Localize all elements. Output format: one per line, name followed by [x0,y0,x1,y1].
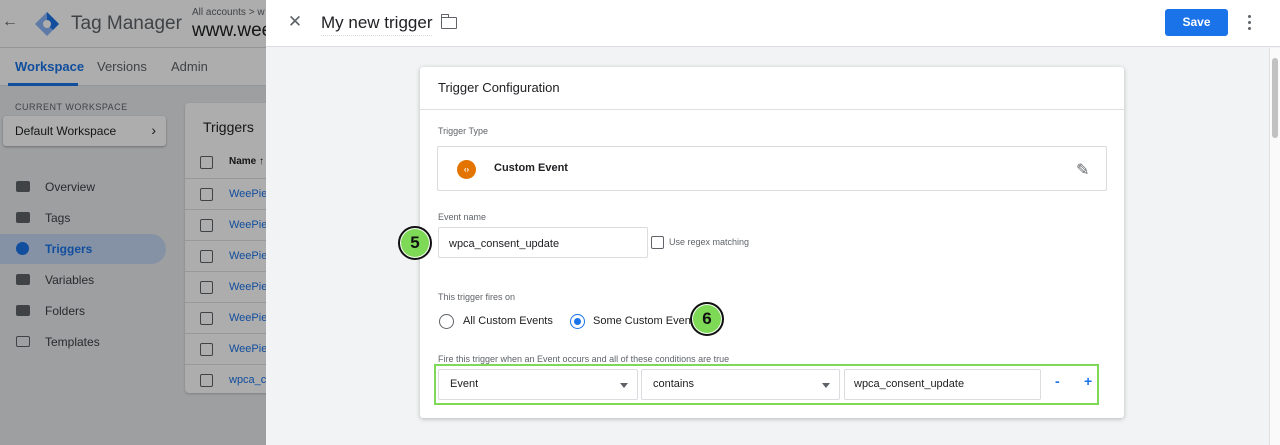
condition-label: Fire this trigger when an Event occurs a… [438,354,730,364]
regex-checkbox[interactable] [651,236,664,249]
folder-icon[interactable] [440,14,457,29]
trigger-type-selector[interactable]: ‹› Custom Event ✎ [437,146,1107,191]
event-name-label: Event name [438,212,487,222]
add-condition-button[interactable]: + [1084,373,1092,389]
trigger-type-value: Custom Event [494,162,568,174]
step-6-badge: 6 [690,302,724,336]
trigger-name-input[interactable]: My new trigger [321,13,433,36]
card-title: Trigger Configuration [438,80,560,95]
scrollbar[interactable] [1269,48,1280,445]
divider [420,109,1124,110]
condition-value-input[interactable]: wpca_consent_update [844,369,1041,400]
save-button[interactable]: Save [1165,9,1228,36]
radio-all-custom-events[interactable] [439,314,454,329]
condition-value: wpca_consent_update [854,378,965,390]
trigger-configuration-card: Trigger Configuration Trigger Type ‹› Cu… [420,67,1124,418]
close-icon[interactable]: ✕ [284,11,306,33]
pencil-icon[interactable]: ✎ [1076,160,1089,180]
variable-select[interactable]: Event [438,369,638,400]
radio-label-all-custom-events[interactable]: All Custom Events [463,315,553,327]
step-5-badge: 5 [398,226,432,260]
variable-select-value: Event [450,378,479,390]
scrollbar-thumb[interactable] [1272,58,1278,138]
operator-select-value: contains [653,378,694,390]
regex-label: Use regex matching [669,237,750,247]
event-name-input[interactable]: wpca_consent_update [438,227,648,258]
radio-some-custom-events[interactable] [570,314,585,329]
condition-row: Event contains wpca_consent_update - + [434,364,1099,405]
more-vert-icon[interactable] [1242,13,1256,33]
dropdown-arrow-icon [620,383,628,388]
fires-on-label: This trigger fires on [438,292,516,302]
code-icon: ‹› [457,160,476,179]
remove-condition-button[interactable]: - [1055,373,1060,389]
radio-label-some-custom-events[interactable]: Some Custom Events [593,315,699,327]
trigger-editor-sheet: ✕ My new trigger Save Trigger Configurat… [266,0,1280,445]
sheet-header: ✕ My new trigger Save [266,0,1280,47]
dropdown-arrow-icon [822,383,830,388]
operator-select[interactable]: contains [641,369,840,400]
trigger-type-label: Trigger Type [438,126,489,136]
